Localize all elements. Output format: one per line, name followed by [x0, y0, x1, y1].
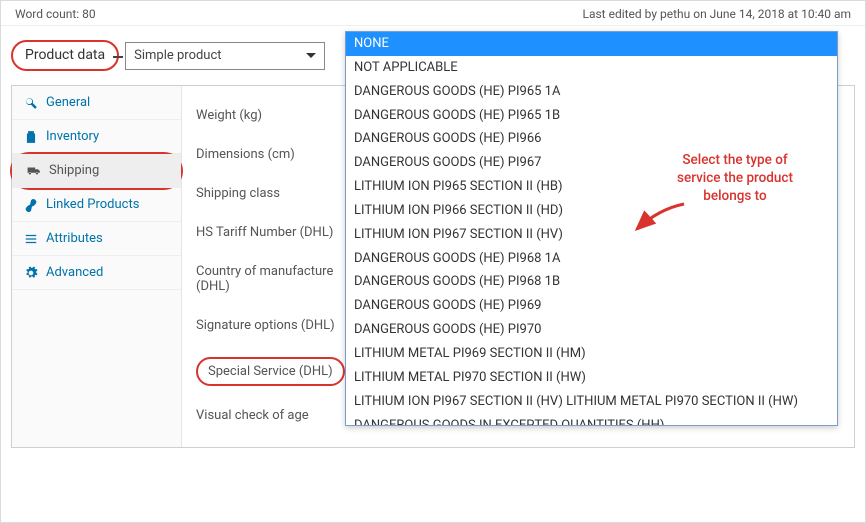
word-count: Word count: 80: [15, 7, 96, 21]
dropdown-option[interactable]: LITHIUM METAL PI969 SECTION II (HM): [346, 342, 837, 366]
list-icon: [24, 232, 38, 246]
product-data-label: Product data: [11, 40, 119, 71]
wrench-icon: [24, 96, 38, 110]
shipping-class-label: Shipping class: [196, 186, 346, 201]
sidebar-item-label: Advanced: [46, 265, 103, 280]
special-service-dropdown[interactable]: NONENOT APPLICABLEDANGEROUS GOODS (HE) P…: [345, 31, 838, 426]
dropdown-option[interactable]: LITHIUM ION PI967 SECTION II (HV) LITHIU…: [346, 390, 837, 414]
dropdown-scroll[interactable]: NONENOT APPLICABLEDANGEROUS GOODS (HE) P…: [346, 32, 837, 425]
dropdown-option[interactable]: NONE: [346, 32, 837, 56]
sidebar-item-shipping[interactable]: Shipping: [12, 154, 181, 188]
sidebar-item-inventory[interactable]: Inventory: [12, 120, 181, 154]
sidebar-item-linked-products[interactable]: Linked Products: [12, 188, 181, 222]
dropdown-option[interactable]: DANGEROUS GOODS (HE) PI968 1A: [346, 247, 837, 271]
sidebar-item-label: Inventory: [46, 129, 99, 144]
visual-check-label: Visual check of age: [196, 408, 346, 423]
editor-topbar: Word count: 80 Last edited by pethu on J…: [1, 1, 865, 26]
dropdown-option[interactable]: DANGEROUS GOODS (HE) PI970: [346, 318, 837, 342]
dropdown-option[interactable]: DANGEROUS GOODS (HE) PI965 1A: [346, 80, 837, 104]
link-icon: [24, 198, 38, 212]
product-type-select[interactable]: Simple product: [125, 42, 325, 70]
dropdown-option[interactable]: LITHIUM ION PI967 SECTION II (HV): [346, 223, 837, 247]
sidebar-item-attributes[interactable]: Attributes: [12, 222, 181, 256]
sidebar-item-label: Attributes: [46, 231, 103, 246]
dropdown-option[interactable]: DANGEROUS GOODS (HE) PI966: [346, 127, 837, 151]
product-tabs-sidebar: General Inventory Shipping Linked Produc…: [12, 86, 182, 447]
sidebar-item-label: Shipping: [49, 163, 99, 178]
sidebar-item-general[interactable]: General: [12, 86, 181, 120]
dropdown-option[interactable]: DANGEROUS GOODS (HE) PI965 1B: [346, 104, 837, 128]
gear-icon: [24, 266, 38, 280]
clipboard-icon: [24, 130, 38, 144]
dropdown-option[interactable]: DANGEROUS GOODS (HE) PI968 1B: [346, 270, 837, 294]
annotation-callout: Select the type of service the product b…: [665, 151, 805, 206]
sidebar-item-advanced[interactable]: Advanced: [12, 256, 181, 290]
dropdown-option[interactable]: LITHIUM METAL PI970 SECTION II (HW): [346, 366, 837, 390]
dimensions-label: Dimensions (cm): [196, 147, 346, 162]
sidebar-item-label: Linked Products: [46, 197, 139, 212]
dropdown-option[interactable]: DANGEROUS GOODS IN EXCEPTED QUANTITIES (…: [346, 414, 837, 426]
weight-label: Weight (kg): [196, 108, 346, 123]
last-edited: Last edited by pethu on June 14, 2018 at…: [583, 7, 852, 21]
signature-options-label: Signature options (DHL): [196, 318, 346, 333]
dropdown-option[interactable]: NOT APPLICABLE: [346, 56, 837, 80]
special-service-label: Special Service (DHL): [196, 357, 345, 386]
truck-icon: [27, 164, 41, 178]
product-type-value: Simple product: [134, 48, 221, 63]
sidebar-item-label: General: [46, 95, 90, 110]
country-manufacture-label: Country of manufacture (DHL): [196, 264, 346, 294]
dropdown-option[interactable]: DANGEROUS GOODS (HE) PI969: [346, 294, 837, 318]
hs-tariff-label: HS Tariff Number (DHL): [196, 225, 346, 240]
